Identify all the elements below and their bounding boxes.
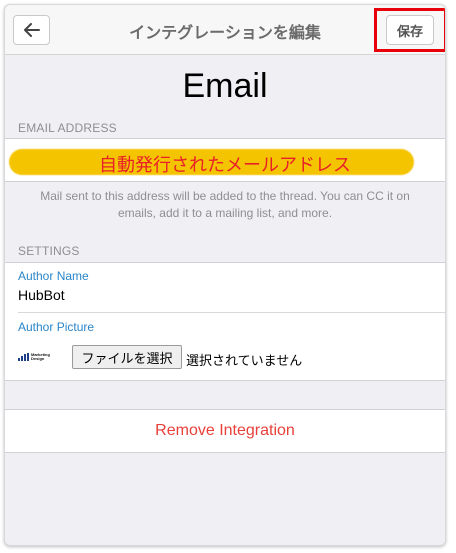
file-status-text: 選択されていません (186, 354, 303, 369)
settings-divider (18, 312, 445, 313)
page-header-title: インテグレーションを編集 (129, 23, 321, 42)
author-picture-label: Author Picture (18, 320, 95, 334)
back-button[interactable] (13, 15, 50, 45)
page-title: Email (182, 67, 268, 105)
email-help-text: Mail sent to this address will be added … (40, 189, 410, 220)
settings-section-label: SETTINGS (18, 244, 80, 258)
remove-integration-button[interactable]: Remove Integration (5, 409, 445, 453)
top-bar: インテグレーションを編集 保存 (5, 5, 445, 55)
remove-integration-label: Remove Integration (155, 422, 295, 439)
choose-file-button[interactable]: ファイルを選択 (72, 345, 182, 369)
author-picture-logo: Marketing Design (18, 351, 58, 363)
arrow-left-icon (23, 23, 40, 37)
author-name-input[interactable]: HubBot (18, 287, 65, 303)
email-address-row[interactable]: 自動発行されたメールアドレス (5, 138, 445, 182)
logo-text-line2: Design (31, 356, 45, 361)
email-address-section-label: EMAIL ADDRESS (18, 121, 117, 135)
email-address-value: 自動発行されたメールアドレス (99, 155, 351, 176)
author-name-label: Author Name (18, 269, 89, 283)
integration-edit-panel: インテグレーションを編集 保存 Email EMAIL ADDRESS 自動発行… (4, 4, 446, 546)
save-button[interactable]: 保存 (386, 15, 434, 45)
logo-bars-icon (18, 353, 29, 361)
settings-block: Author Name HubBot Author Picture Market… (5, 262, 445, 381)
